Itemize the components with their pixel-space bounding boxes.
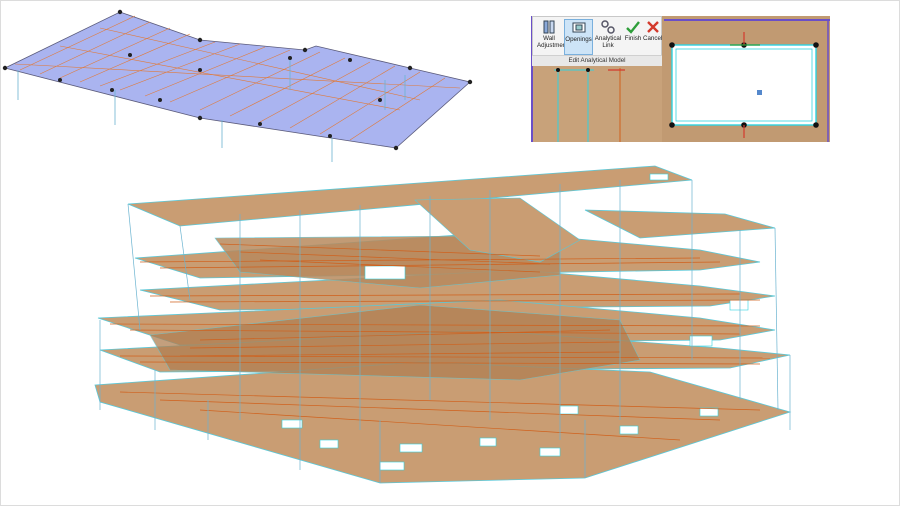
checkmark-icon — [625, 19, 641, 35]
finish-button[interactable]: Finish — [624, 19, 642, 43]
wall-adjustment-icon — [541, 19, 557, 35]
openings-label: Openings — [565, 36, 592, 43]
openings-button[interactable]: Openings — [564, 19, 593, 55]
analytical-link-label-2: Link — [602, 41, 614, 49]
analytical-link-button[interactable]: Analytical Link — [594, 19, 622, 49]
close-icon — [645, 19, 661, 35]
cancel-label: Cancel — [643, 35, 663, 42]
wall-adjustment-button[interactable]: Wall Adjustment — [537, 19, 568, 49]
opening-center-handle[interactable] — [757, 90, 762, 95]
ribbon-panel-label: Edit Analytical Model — [532, 55, 662, 66]
opening-outline[interactable] — [671, 44, 817, 126]
openings-icon — [571, 20, 587, 36]
analytical-link-icon — [600, 19, 616, 35]
blue-floor-plate[interactable] — [2, 9, 473, 162]
cancel-button[interactable]: Cancel — [643, 19, 662, 43]
building-3d-model[interactable] — [94, 165, 792, 484]
finish-label: Finish — [624, 35, 642, 42]
analytical-floor-view[interactable] — [0, 0, 900, 506]
